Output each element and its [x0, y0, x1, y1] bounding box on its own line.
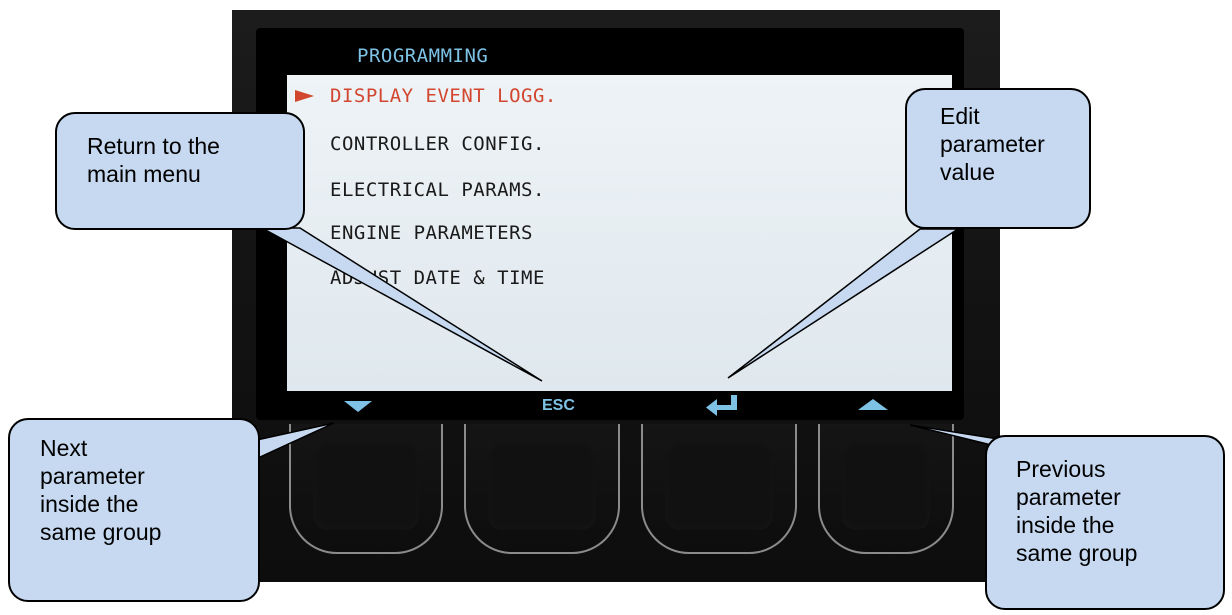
leader-edit-value — [727, 228, 961, 379]
callout-previous-parameter: Previous parameter inside the same group — [985, 435, 1225, 610]
callout-next-parameter: Next parameter inside the same group — [8, 418, 260, 602]
callout-text: Previous parameter inside the same group — [1016, 456, 1138, 566]
callout-text: Next parameter inside the same group — [40, 435, 162, 545]
callout-edit-parameter-value: Edit parameter value — [905, 88, 1091, 229]
callout-return-main-menu: Return to the main menu — [55, 112, 305, 230]
leader-return-main — [261, 227, 543, 382]
callout-text: Edit parameter value — [940, 103, 1045, 185]
callout-text: Return to the main menu — [87, 133, 220, 187]
